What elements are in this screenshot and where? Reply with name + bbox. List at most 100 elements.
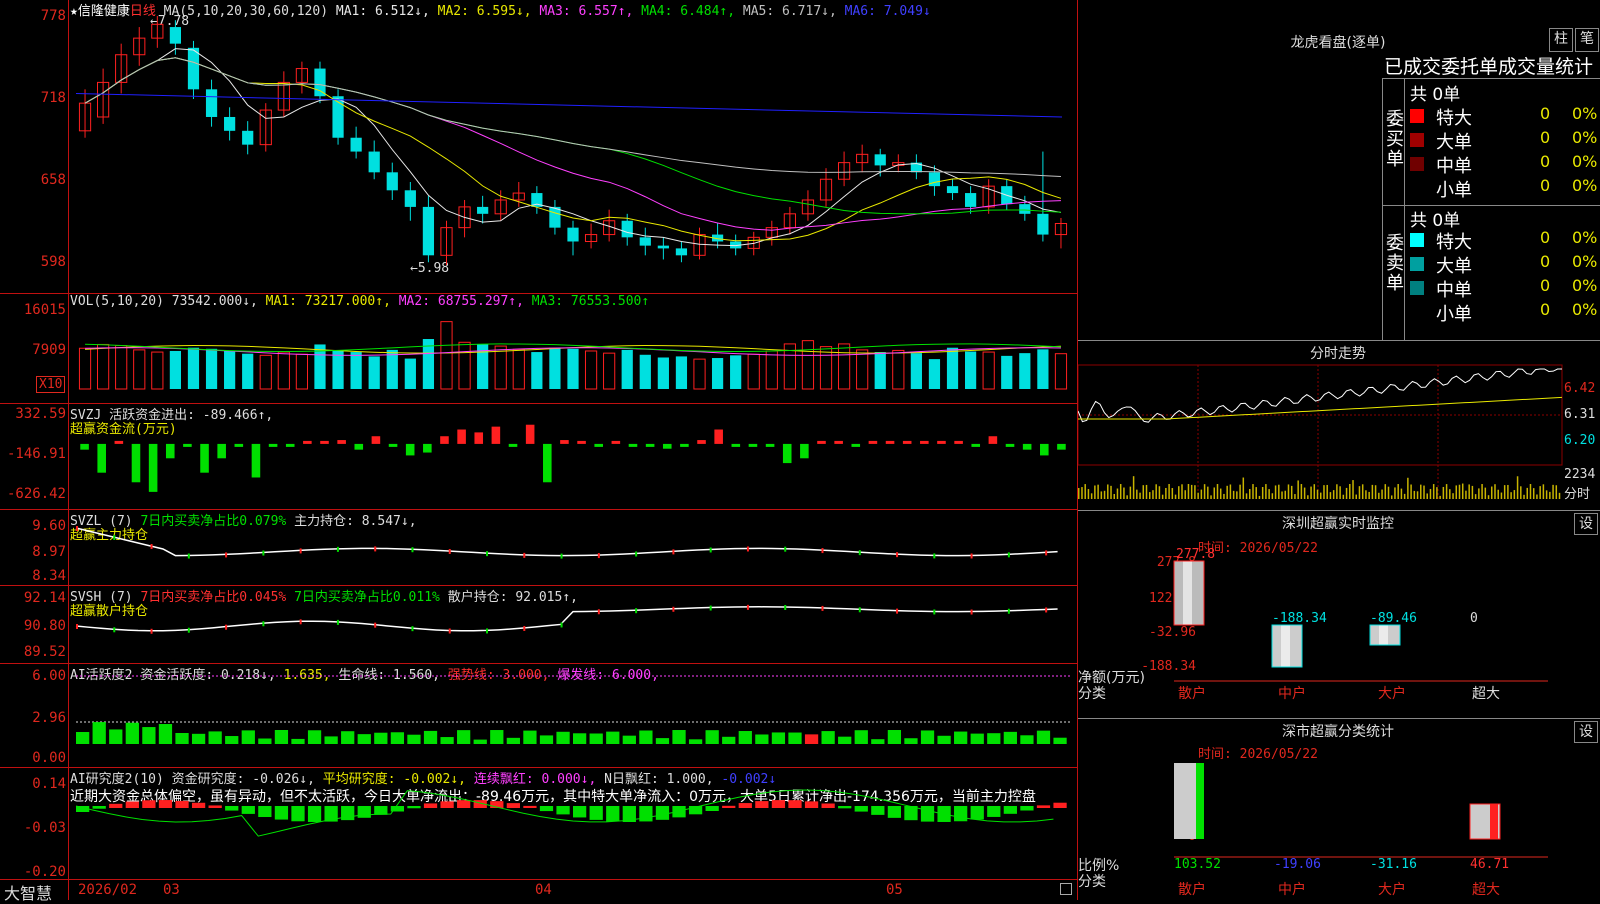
intraday-chart[interactable] — [1078, 341, 1600, 511]
intraday-vol-bar — [1307, 495, 1309, 499]
sell-row-s: 小单 0 0% — [1436, 300, 1598, 325]
activity-bar — [208, 731, 222, 744]
intraday-vol-bar — [1213, 487, 1216, 499]
volume-bar-down — [1001, 355, 1013, 389]
fund-flow-bar — [543, 443, 552, 483]
intraday-vol-bar — [1229, 484, 1232, 499]
intraday-vol-bar — [1458, 484, 1461, 499]
volume-bar-down — [404, 358, 416, 389]
intraday-vol-bar — [1361, 484, 1364, 499]
candle-body-down — [657, 245, 669, 249]
candle-body-down — [422, 206, 435, 256]
sz-monitor-bar-highlight — [1183, 561, 1192, 625]
intraday-vol-bar — [1507, 484, 1509, 499]
holding-tick — [448, 628, 451, 634]
ai-research-panel[interactable]: 0.14 -0.03 -0.20 AI研究度2(10) 资金研究度: -0.02… — [0, 767, 1077, 880]
sz-class-bar-highlight — [1196, 763, 1204, 839]
intraday-vol-bar — [1268, 489, 1270, 499]
fund-flow-bar — [337, 440, 346, 444]
intraday-vol-bar — [1113, 494, 1115, 499]
volume-bar-up — [982, 351, 995, 390]
intraday-price-line — [1078, 368, 1562, 423]
research-bar — [457, 800, 471, 808]
intraday-vol-bar — [1110, 485, 1112, 499]
activity-bar — [407, 734, 421, 744]
volume-bar-up — [603, 352, 616, 390]
dragon-tiger-panel[interactable]: 龙虎看盘(逐单) 柱 笔 已成交委托单成交量统计 委买单 委卖单 共 0单 共 … — [1078, 0, 1600, 341]
fund-flow-bar — [440, 436, 449, 444]
intraday-vol-bar — [1294, 494, 1296, 499]
activity-bar — [573, 733, 587, 744]
volume-bar-down — [531, 352, 543, 389]
svzj-panel[interactable]: 332.59 -146.91 -626.42 SVZJ 活跃资金进出: -89.… — [0, 403, 1077, 510]
svzl-panel[interactable]: 9.60 8.97 8.34 SVZL (7) 7日内买卖净占比0.079% 主… — [0, 509, 1077, 586]
fund-flow-bar — [80, 443, 89, 450]
intraday-vol-bar — [1552, 484, 1554, 499]
fund-flow-bar — [251, 443, 261, 478]
fund-flow-bar — [902, 440, 912, 444]
holding-tick — [784, 604, 787, 610]
buy-l-swatch — [1410, 133, 1424, 147]
intraday-vol-bar — [1432, 484, 1435, 499]
intraday-vol-bar — [1300, 484, 1303, 499]
volume-bar-up — [837, 343, 851, 390]
holding-tick — [225, 552, 228, 558]
activity-bar — [191, 733, 206, 744]
volume-bar-up — [747, 353, 760, 390]
lock-icon[interactable] — [1060, 883, 1072, 895]
research-bar — [158, 800, 173, 808]
vol-panel[interactable]: 16015 7909 X10 VOL(5,10,20) 73542.000↓, … — [0, 293, 1077, 404]
bar-mode-button[interactable]: 柱 — [1549, 28, 1573, 52]
holding-tick — [486, 551, 489, 557]
activity-bar — [970, 733, 984, 744]
intraday-panel[interactable]: 分时走势 6.42 6.31 6.20 2234 分时 — [1078, 340, 1600, 511]
intraday-vol-bar — [1084, 484, 1086, 499]
fund-flow-bar — [474, 432, 484, 444]
intraday-vol-bar — [1232, 490, 1235, 499]
volume-bar-down — [1037, 349, 1049, 389]
candle-body-down — [224, 116, 236, 131]
intraday-vol-bar — [1487, 495, 1490, 499]
candle-body-down — [621, 220, 633, 238]
intraday-vol-bar — [1542, 484, 1545, 499]
intraday-vol-bar — [1197, 492, 1199, 499]
sz-class-panel[interactable]: 深市超赢分类统计 设 时间: 2026/05/22 75 50 25 0 比例%… — [1078, 718, 1600, 901]
sz-monitor-panel[interactable]: 深圳超赢实时监控 设 时间: 2026/05/22 277.8 122.42 -… — [1078, 510, 1600, 719]
sell-l-swatch — [1410, 257, 1424, 271]
intraday-vol-bar — [1471, 485, 1474, 499]
holding-tick — [970, 609, 973, 615]
research-bar — [191, 802, 206, 808]
volume-bar-up — [693, 358, 706, 390]
intraday-vol-bar — [1165, 487, 1167, 499]
activity-bar — [125, 722, 139, 744]
holding-tick — [76, 624, 78, 629]
fund-flow-bar — [560, 440, 569, 444]
candlestick-chart[interactable] — [0, 0, 1077, 293]
intraday-vol-bar — [1210, 495, 1212, 499]
ai-active-panel[interactable]: 6.00 2.96 0.00 AI活跃度2 资金活跃度: 0.218↓, 1.6… — [0, 663, 1077, 768]
volume-bar-up — [494, 345, 507, 390]
main-chart-panel[interactable]: 778 718 658 598 ★信隆健康日线 MA(5,10,20,30,60… — [0, 0, 1077, 293]
fund-flow-bar — [920, 440, 929, 444]
activity-bar — [225, 736, 239, 744]
holding-tick — [374, 622, 377, 628]
intraday-vol-bar — [1413, 490, 1416, 499]
intraday-vol-bar — [1381, 489, 1383, 499]
intraday-vol-bar — [1339, 486, 1341, 499]
svsh-panel[interactable]: 92.14 90.80 89.52 SVSH (7) 7日内买卖净占比0.045… — [0, 585, 1077, 664]
research-bar — [705, 806, 719, 811]
intraday-vol-bar — [1384, 484, 1387, 499]
intraday-avg-line — [1078, 396, 1563, 420]
intraday-vol-bar — [1481, 484, 1483, 499]
activity-bar — [904, 738, 918, 744]
intraday-vol-bar — [1536, 494, 1538, 499]
candle-body-down — [639, 237, 651, 246]
holding-tick — [523, 625, 526, 631]
tick-mode-button[interactable]: 笔 — [1575, 28, 1599, 52]
activity-bar — [738, 731, 752, 744]
intraday-vol-bar — [1216, 484, 1219, 499]
research-bar — [871, 806, 885, 815]
holding-line — [75, 527, 1058, 557]
volume-bar-up — [259, 354, 272, 390]
volume-bar-down — [187, 347, 200, 389]
